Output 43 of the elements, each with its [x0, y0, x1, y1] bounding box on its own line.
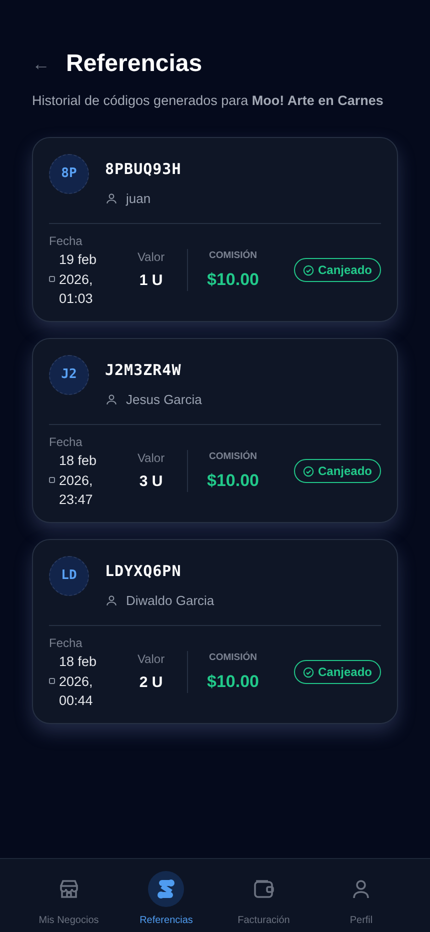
- date-text: 18 feb 2026, 23:47: [59, 452, 98, 510]
- date-text: 19 feb 2026, 01:03: [59, 251, 98, 308]
- referral-code: J2M3ZR4W: [105, 360, 182, 382]
- nav-tab[interactable]: Facturación: [215, 859, 312, 932]
- date-label: Fecha: [49, 233, 84, 250]
- referral-code: 8PBUQ93H: [105, 159, 182, 180]
- commission-label: COMISIÓN: [208, 248, 258, 263]
- commission-label: COMISIÓN: [208, 650, 258, 665]
- date-label: Fecha: [49, 635, 84, 652]
- back-button[interactable]: ←: [32, 55, 50, 74]
- date-label: Fecha: [49, 434, 84, 452]
- value-label: Valor: [137, 651, 165, 668]
- calendar-icon: [49, 678, 55, 684]
- value-text: 3 U: [139, 472, 163, 492]
- calendar-icon: [49, 477, 55, 484]
- user-icon: [105, 594, 118, 607]
- status-badge: Canjeado: [294, 459, 381, 484]
- value-label: Valor: [137, 249, 165, 266]
- date-text: 18 feb 2026, 00:44: [59, 653, 98, 710]
- status-badge: Canjeado: [294, 660, 381, 684]
- user-name: juan: [126, 190, 151, 208]
- nav-tab[interactable]: Perfil: [312, 859, 410, 932]
- page-subtitle: Historial de códigos generados para Moo! Arte en Carnes: [32, 92, 384, 110]
- nav-tab[interactable]: Referencias: [118, 859, 215, 932]
- calendar-icon: [49, 276, 55, 282]
- user-name: Jesus Garcia: [126, 390, 202, 409]
- avatar: LD: [49, 556, 89, 596]
- user-icon: [105, 392, 118, 406]
- avatar: J2: [49, 355, 89, 396]
- value-text: 1 U: [139, 271, 163, 292]
- value-text: 2 U: [139, 673, 163, 694]
- nav-tab[interactable]: Mis Negocios: [20, 859, 118, 932]
- value-label: Valor: [137, 450, 165, 468]
- commission-amount: $10.00: [207, 670, 259, 693]
- commission-label: COMISIÓN: [208, 450, 258, 464]
- referral-code: LDYXQ6PN: [105, 561, 182, 582]
- avatar: 8P: [49, 154, 89, 194]
- page-title: Referencias: [66, 50, 202, 79]
- commission-amount: $10.00: [207, 470, 259, 492]
- status-badge: Canjeado: [294, 258, 381, 282]
- commission-amount: $10.00: [207, 268, 259, 291]
- user-icon: [105, 192, 118, 205]
- user-name: Diwaldo Garcia: [126, 592, 214, 610]
